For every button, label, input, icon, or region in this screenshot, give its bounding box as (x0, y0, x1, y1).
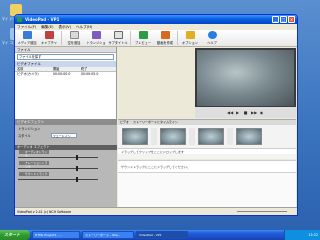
toolbar-label: 空を追加 (67, 41, 81, 45)
subtitle-icon (113, 31, 123, 39)
taskbar: スタート HTML Project1 - ... ストーリーボード - Sha.… (0, 230, 320, 240)
taskbar-item[interactable]: ストーリーボード - Sha... (82, 231, 134, 239)
playback-controls: ◀◀ ▶ ■ ▶▶ ◉ (195, 107, 296, 118)
effects-panel: ビデオエフェクト トランジション スタイル フェードイン オーディオ エフェクト… (15, 119, 117, 208)
stop-icon[interactable]: ■ (243, 110, 248, 115)
app-icon (17, 17, 22, 22)
tab-storyboard[interactable]: ストーリーボードとタイムライン (133, 120, 178, 125)
column-end[interactable]: 終了 (81, 67, 109, 71)
clip-strip (118, 125, 296, 148)
cell-name: ビデオ(カメラ) (17, 72, 39, 76)
help-icon (207, 31, 217, 39)
slider-track (18, 166, 98, 171)
title-bar[interactable]: VideoPad - VP1 _ □ × (15, 15, 297, 24)
transition-slot[interactable] (189, 128, 195, 145)
cell-start: 00:00:00.0 (53, 72, 71, 76)
column-start[interactable]: 開始 (53, 67, 81, 71)
storyboard-clip[interactable] (160, 128, 186, 145)
toolbar-label: サブタイトル (108, 41, 128, 45)
add-media-icon (22, 31, 32, 39)
transition-slot[interactable] (151, 128, 157, 145)
status-bar: VideoPad v 2.41 (c) NCH Software (15, 207, 297, 215)
storyboard-clip[interactable] (122, 128, 148, 145)
capture-icon (44, 31, 54, 39)
timeline-empty-area[interactable] (118, 172, 296, 208)
toolbar-divider (177, 31, 178, 45)
toolbar-divider (61, 31, 62, 45)
make-movie-icon (160, 31, 170, 39)
storyboard-clip[interactable] (236, 128, 262, 145)
slider-track (18, 177, 98, 182)
preview-panel: ◀◀ ▶ ■ ▶▶ ◉ (195, 48, 296, 118)
window-title: VideoPad - VP1 (25, 17, 60, 22)
storyboard-clip[interactable] (198, 128, 224, 145)
slider-thumb[interactable] (76, 177, 78, 182)
toolbar-label: メディア追加 (17, 41, 37, 45)
style-row: スタイル フェードイン (15, 132, 117, 139)
soundtrack-hint: サウンドトラックにここにドラッグしてください。 (121, 165, 190, 169)
toolbar-label: オプション (182, 41, 198, 45)
preview-button[interactable]: プレビュー (133, 31, 153, 45)
clock: 13:32 (308, 233, 318, 237)
play-icon[interactable]: ▶ (235, 110, 240, 115)
preview-video[interactable] (197, 50, 294, 106)
media-table: 名前 開始 終了 ビデオ(カメラ) 00:00:00.0 00:00:05.0 (15, 67, 116, 77)
taskbar-item[interactable]: HTML Project1 - ... (32, 231, 80, 239)
media-bin-header: ファイル (15, 47, 116, 53)
transition-slot[interactable] (227, 128, 233, 145)
transition-icon (91, 31, 101, 39)
start-button[interactable]: スタート (0, 230, 30, 240)
minimize-button[interactable]: _ (272, 16, 279, 23)
capture-button[interactable]: キャプチャ (39, 31, 59, 45)
soundtrack-slider[interactable] (15, 176, 117, 183)
maximize-button[interactable]: □ (280, 16, 287, 23)
taskbar-item-active[interactable]: VideoPad - VP1 (136, 231, 188, 239)
slider-track (18, 155, 98, 160)
style-select[interactable]: フェードイン (50, 133, 77, 138)
add-blank-button[interactable]: 空を追加 (64, 31, 84, 45)
make-movie-button[interactable]: 動画を作成 (155, 31, 175, 45)
options-button[interactable]: オプション (180, 31, 200, 45)
audio-track-slider[interactable] (15, 154, 117, 161)
style-label: スタイル (18, 134, 31, 138)
file-search-field[interactable]: ファイルを探す (17, 54, 114, 60)
toolbar-label: ヘルプ (207, 41, 217, 45)
toolbar-label: キャプチャ (41, 41, 57, 45)
table-row[interactable]: ビデオ(カメラ) 00:00:00.0 00:00:05.0 (15, 72, 116, 77)
options-icon (185, 31, 195, 39)
videopad-window: VideoPad - VP1 _ □ × ファイル(F) 編集(E) 表示(V)… (14, 14, 298, 216)
slider-thumb[interactable] (76, 155, 78, 160)
cell-end: 00:00:05.0 (81, 72, 99, 76)
zoom-slider[interactable] (237, 211, 287, 212)
toolbar-divider (130, 31, 131, 45)
snapshot-icon[interactable]: ◉ (259, 110, 264, 115)
storyboard-panel: ビデオ ストーリーボードとタイムライン ドラッグしてクリップをここにドロップしま… (118, 119, 296, 159)
close-button[interactable]: × (288, 16, 295, 23)
soundtrack-track[interactable]: サウンドトラックにここにドラッグしてください。 (118, 160, 296, 172)
transition-label: トランジション (18, 127, 41, 131)
transition-row: トランジション (15, 125, 117, 132)
tab-video[interactable]: ビデオ (120, 120, 129, 125)
media-bin-panel: ファイル ファイルを探す ビデオファイル 名前 開始 終了 ビデオ(カメラ) 0… (15, 47, 117, 208)
column-name[interactable]: 名前 (15, 67, 53, 71)
status-text: VideoPad v 2.41 (c) NCH Software (17, 210, 72, 214)
toolbar-label: プレビュー (135, 41, 151, 45)
toolbar: メディア追加 キャプチャ 空を追加 トランジション サブタイトル プレビュー 動… (15, 30, 297, 50)
help-button[interactable]: ヘルプ (202, 31, 222, 45)
video-track[interactable]: ドラッグしてクリップをここにドロップします (118, 148, 296, 154)
slider-thumb[interactable] (76, 166, 78, 171)
rewind-icon[interactable]: ◀◀ (227, 110, 233, 115)
add-blank-icon (69, 31, 79, 39)
system-tray: 13:32 (284, 230, 320, 240)
toolbar-label: 動画を作成 (157, 41, 173, 45)
subtitle-button[interactable]: サブタイトル (108, 31, 128, 45)
video-track-hint: ドラッグしてクリップをここにドロップします (121, 150, 184, 154)
preview-icon (138, 31, 148, 39)
add-media-button[interactable]: メディア追加 (17, 31, 37, 45)
forward-icon[interactable]: ▶▶ (251, 110, 257, 115)
